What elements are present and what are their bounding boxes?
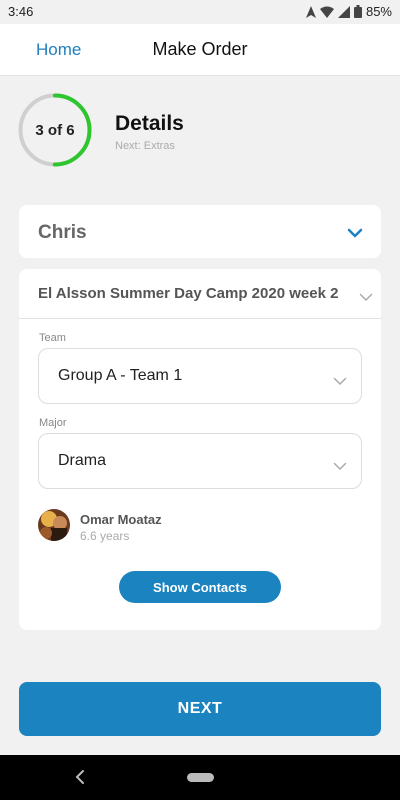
status-bar: 3:46 85% (0, 0, 400, 24)
next-button[interactable]: NEXT (19, 682, 381, 736)
team-label: Team (39, 332, 66, 344)
team-select[interactable]: Group A - Team 1 (38, 348, 362, 404)
battery-level: 85% (365, 4, 392, 19)
camp-details-card: El Alsson Summer Day Camp 2020 week 2 Te… (19, 269, 381, 630)
signal-icon (337, 5, 350, 18)
battery-icon (353, 5, 362, 18)
home-pill[interactable] (187, 773, 214, 782)
show-contacts-button[interactable]: Show Contacts (119, 571, 281, 603)
camp-selector[interactable]: El Alsson Summer Day Camp 2020 week 2 (19, 269, 381, 319)
person-name: Chris (38, 222, 87, 243)
major-label: Major (39, 417, 67, 429)
major-select[interactable]: Drama (38, 433, 362, 489)
major-value: Drama (58, 452, 107, 469)
chevron-down-icon (333, 458, 347, 476)
step-title: Details (115, 112, 184, 135)
back-icon[interactable] (74, 768, 86, 791)
status-time: 3:46 (8, 4, 34, 19)
alarm-icon (305, 5, 316, 18)
status-icons: 85% (305, 4, 392, 19)
step-counter: 3 of 6 (35, 121, 75, 139)
avatar (38, 509, 70, 541)
contact-age: 6.6 years (80, 529, 130, 543)
system-nav-bar (0, 755, 400, 800)
person-selector[interactable]: Chris (19, 205, 381, 258)
wifi-icon (319, 6, 334, 18)
page-title: Make Order (152, 39, 248, 59)
chevron-down-icon (359, 289, 373, 307)
camp-name: El Alsson Summer Day Camp 2020 week 2 (38, 285, 339, 302)
chevron-down-icon (347, 225, 363, 243)
chevron-down-icon (333, 373, 347, 391)
app-bar: Home Make Order (0, 24, 400, 76)
team-value: Group A - Team 1 (58, 367, 183, 384)
next-step-hint: Next: Extras (115, 140, 175, 152)
contact-name: Omar Moataz (80, 512, 162, 527)
